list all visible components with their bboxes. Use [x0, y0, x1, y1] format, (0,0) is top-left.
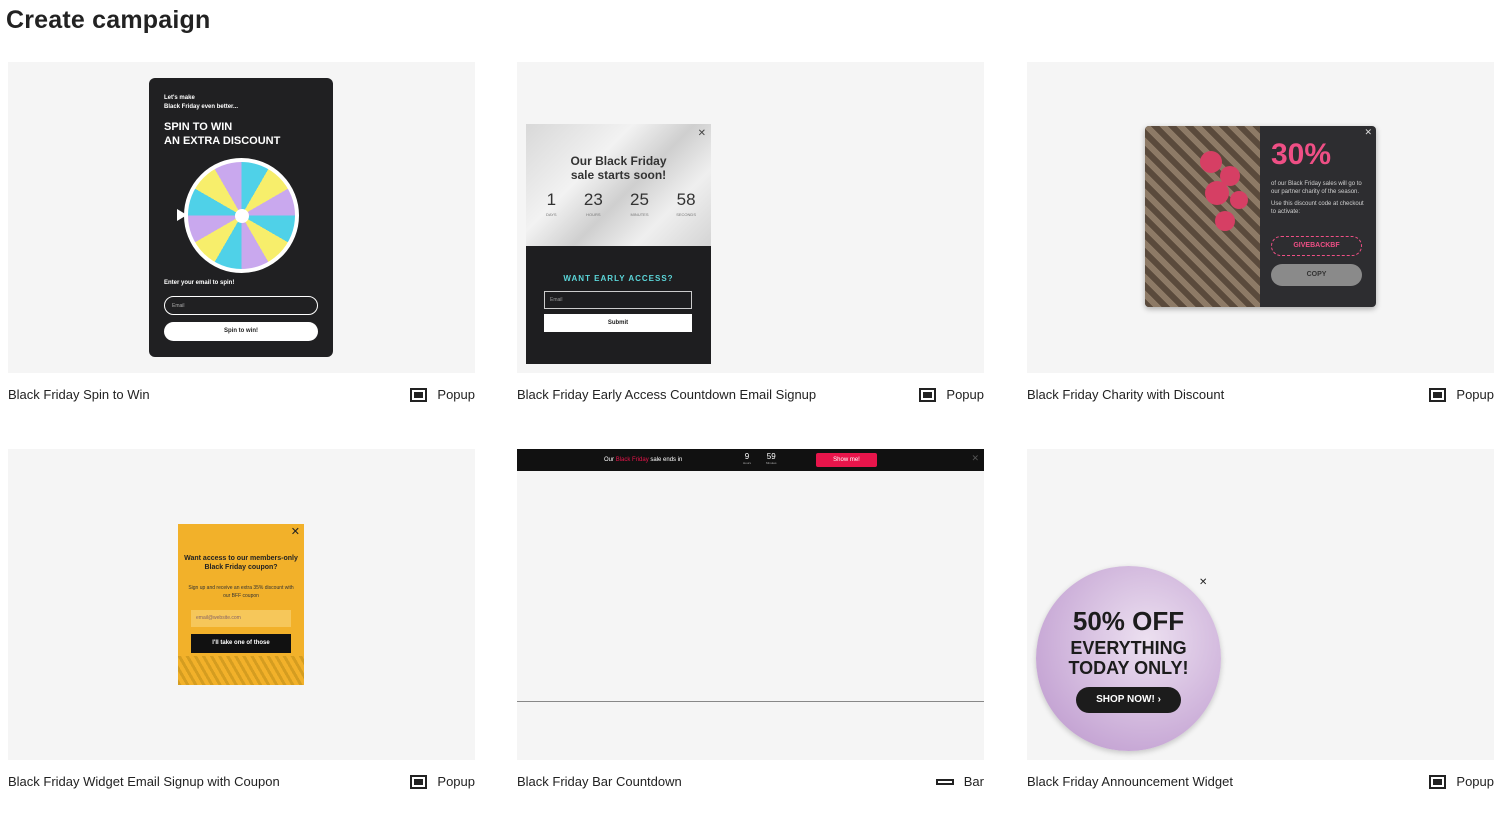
- countdown-value: 25: [630, 190, 649, 209]
- preview-email-field: Email: [164, 296, 318, 315]
- preview-headline: AN EXTRA DISCOUNT: [164, 135, 281, 147]
- flower-basket-image: [1145, 126, 1260, 307]
- countdown-unit: HOURS: [586, 212, 601, 217]
- countdown-unit: Hours: [743, 461, 752, 465]
- close-icon: ✕: [1364, 127, 1372, 137]
- template-name[interactable]: Black Friday Charity with Discount: [1027, 387, 1224, 402]
- page-title: Create campaign: [6, 6, 211, 34]
- decoration-image: [178, 656, 304, 685]
- template-preview[interactable]: ✕ 50% OFF EVERYTHING TODAY ONLY! SHOP NO…: [1027, 449, 1494, 760]
- divider: [517, 701, 984, 702]
- countdown-value: 23: [583, 190, 603, 209]
- announcement-widget-preview: 50% OFF EVERYTHING TODAY ONLY! SHOP NOW!…: [1036, 566, 1221, 751]
- template-card[interactable]: Let's make Black Friday even better... S…: [8, 62, 475, 417]
- countdown-timer: 1 DAYS 23 HOURS 25 MINUTES 58 SECONDS: [546, 190, 696, 217]
- popup-type-icon: [410, 387, 428, 402]
- preview-subhead: WANT EARLY ACCESS?: [563, 274, 674, 283]
- template-name[interactable]: Black Friday Widget Email Signup with Co…: [8, 774, 280, 789]
- template-name[interactable]: Black Friday Bar Countdown: [517, 774, 682, 789]
- countdown-value: 59: [766, 452, 776, 461]
- preview-pretext: Black Friday even better...: [164, 104, 239, 110]
- popup-type-icon: [1429, 387, 1447, 402]
- preview-headline: SPIN TO WIN: [164, 121, 233, 133]
- spin-wheel: [184, 158, 299, 273]
- bar-type-icon: [935, 778, 954, 785]
- preview-coupon-code: GIVEBACKBF: [1271, 236, 1362, 256]
- popup-type-icon: [919, 387, 937, 402]
- preview-submit-button: Submit: [544, 314, 692, 332]
- preview-subtext: Sign up and receive an extra 35% discoun…: [188, 585, 294, 599]
- countdown-unit: DAYS: [546, 212, 557, 217]
- popup-type-icon: [1429, 774, 1447, 789]
- close-icon: ✕: [697, 128, 706, 139]
- template-card[interactable]: ✕ Want access to our members-only Black …: [8, 449, 475, 804]
- countdown-value: 58: [676, 190, 696, 209]
- countdown-value: 1: [546, 190, 557, 209]
- template-type: Popup: [919, 387, 984, 402]
- template-card[interactable]: ✕ 50% OFF EVERYTHING TODAY ONLY! SHOP NO…: [1027, 449, 1494, 804]
- preview-show-button: Show me!: [816, 453, 877, 467]
- template-type-label: Popup: [1456, 387, 1494, 402]
- spin-popup-preview: Let's make Black Friday even better... S…: [149, 78, 333, 357]
- close-icon: ✕: [971, 453, 979, 463]
- template-type-label: Bar: [963, 774, 984, 789]
- template-type: Popup: [1429, 387, 1494, 402]
- preview-headline: Our Black Friday: [570, 154, 667, 168]
- preview-email-field: Email: [544, 291, 692, 309]
- preview-shop-button: SHOP NOW! ›: [1076, 687, 1181, 713]
- template-type: Popup: [410, 387, 475, 402]
- preview-headline: Want access to our members-only Black Fr…: [184, 555, 298, 571]
- preview-headline: 50% OFF: [1072, 606, 1185, 636]
- preview-text: Use this discount code at checkout to ac…: [1271, 201, 1364, 215]
- countdown-popup-preview: ✕ Our Black Friday sale starts soon! 1 DA…: [526, 124, 711, 364]
- preview-headline: TODAY ONLY!: [1068, 658, 1189, 678]
- template-type-label: Popup: [946, 387, 984, 402]
- countdown-bar-preview: Our Black Friday sale ends in 9 Hours 59 M…: [517, 449, 984, 471]
- template-preview[interactable]: ✕ Our Black Friday sale starts soon! 1 DA…: [517, 62, 984, 373]
- template-type: Popup: [410, 774, 475, 789]
- template-preview[interactable]: Let's make Black Friday even better... S…: [8, 62, 475, 373]
- template-preview[interactable]: ✕ Want access to our members-only Black …: [8, 449, 475, 760]
- template-type: Bar: [935, 774, 984, 789]
- widget-popup-preview: ✕ Want access to our members-only Black …: [178, 524, 304, 685]
- preview-email-field: email@website.com: [191, 610, 291, 627]
- template-type-label: Popup: [1456, 774, 1494, 789]
- preview-spin-button: Spin to win!: [164, 322, 318, 341]
- preview-cta-button: I'll take one of those: [191, 634, 291, 653]
- template-card[interactable]: Our Black Friday sale ends in 9 Hours 59 M…: [517, 449, 984, 804]
- template-type: Popup: [1429, 774, 1494, 789]
- template-card[interactable]: ✕ 30% of our Black Friday sales will go …: [1027, 62, 1494, 417]
- charity-popup-preview: ✕ 30% of our Black Friday sales will go …: [1145, 126, 1376, 307]
- template-preview[interactable]: ✕ 30% of our Black Friday sales will go …: [1027, 62, 1494, 373]
- close-icon: ✕: [290, 526, 300, 538]
- preview-headline: sale starts soon!: [570, 168, 667, 182]
- popup-type-icon: [410, 774, 428, 789]
- preview-email-label: Enter your email to spin!: [164, 280, 235, 286]
- countdown-unit: MINUTES: [630, 212, 649, 217]
- countdown-unit: Minutes: [766, 461, 777, 465]
- preview-percent: 30%: [1271, 138, 1332, 171]
- template-card[interactable]: ✕ Our Black Friday sale starts soon! 1 DA…: [517, 62, 984, 417]
- preview-text: of our Black Friday sales will go to our…: [1271, 181, 1362, 195]
- template-preview[interactable]: Our Black Friday sale ends in 9 Hours 59 M…: [517, 449, 984, 760]
- template-name[interactable]: Black Friday Early Access Countdown Emai…: [517, 387, 816, 402]
- template-type-label: Popup: [437, 774, 475, 789]
- preview-pretext: Let's make: [164, 95, 195, 101]
- countdown-unit: SECONDS: [676, 212, 696, 217]
- preview-highlight: Black Friday: [615, 457, 649, 463]
- countdown-value: 9: [744, 452, 750, 461]
- template-type-label: Popup: [437, 387, 475, 402]
- preview-headline: EVERYTHING: [1070, 638, 1187, 658]
- template-name[interactable]: Black Friday Spin to Win: [8, 387, 150, 402]
- close-icon: ✕: [1199, 577, 1208, 588]
- preview-copy-button: COPY: [1271, 264, 1362, 286]
- template-name[interactable]: Black Friday Announcement Widget: [1027, 774, 1233, 789]
